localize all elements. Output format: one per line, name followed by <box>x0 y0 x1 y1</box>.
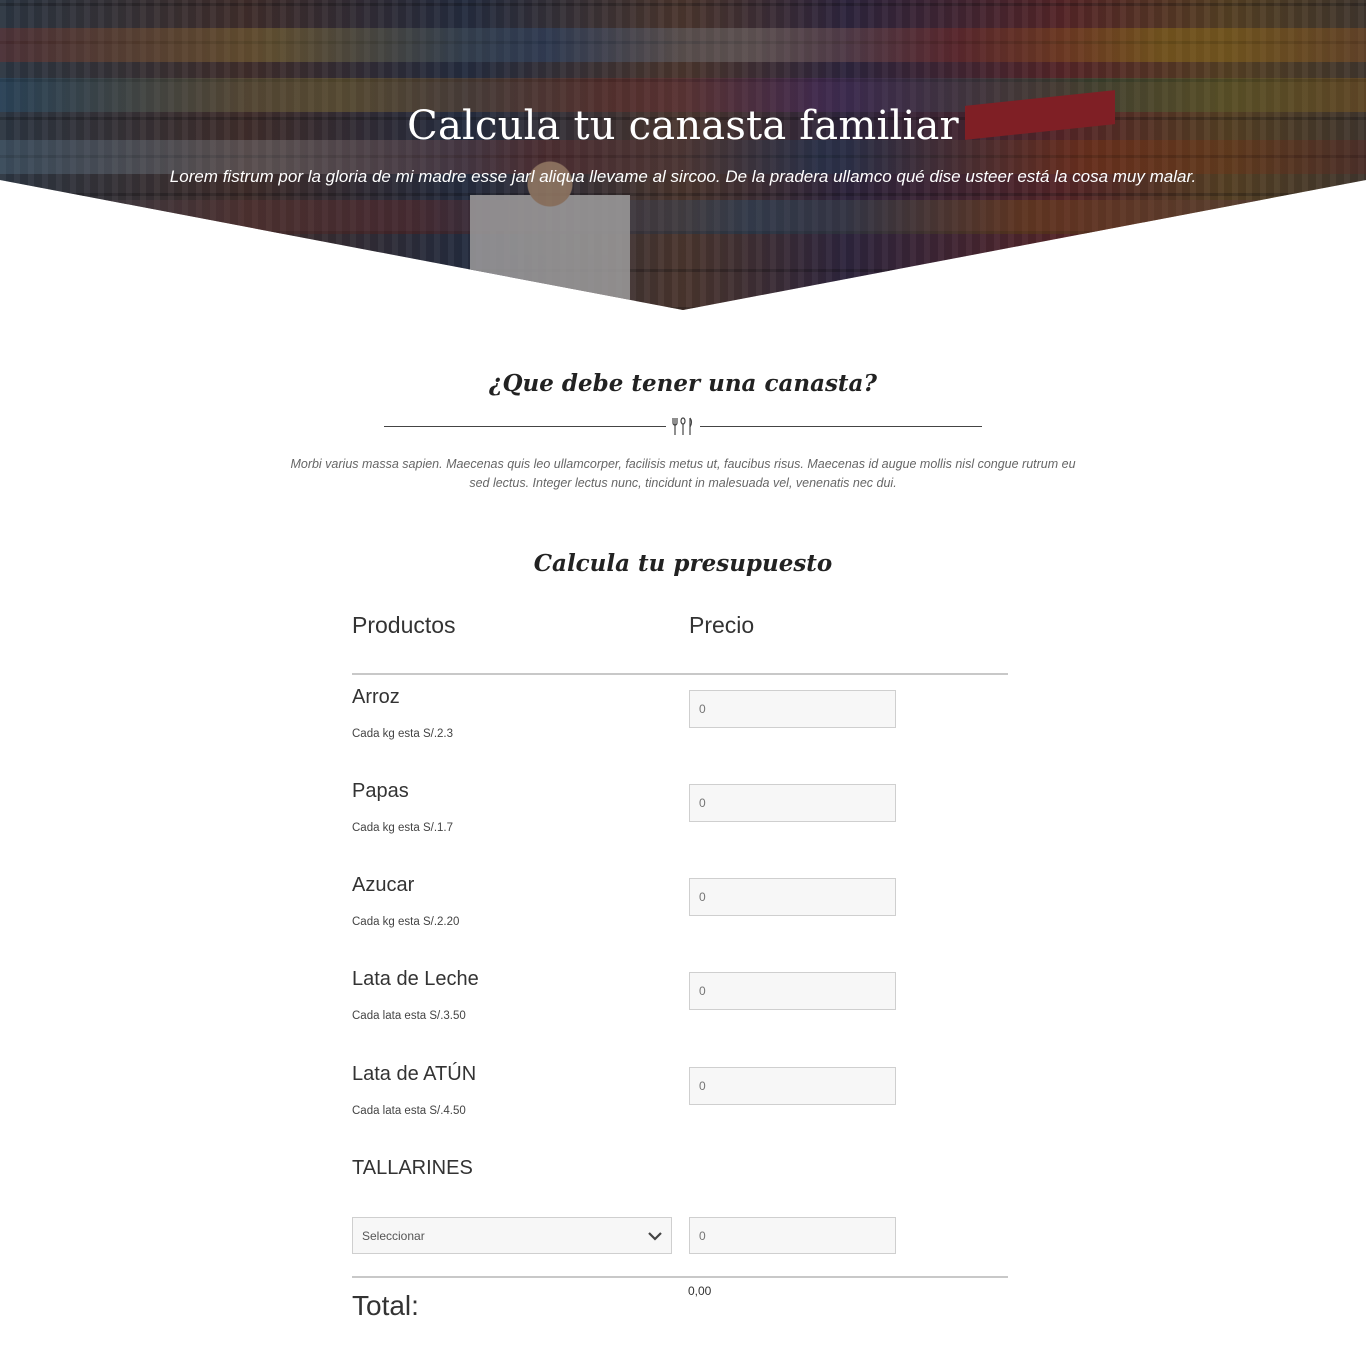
price-input-arroz[interactable] <box>689 690 896 728</box>
total-divider <box>352 1276 1008 1278</box>
product-row: Lata de ATÚN Cada lata esta S/.4.50 <box>352 1063 1008 1143</box>
product-name: Arroz <box>352 686 400 708</box>
product-price-note: Cada lata esta S/.3.50 <box>352 1010 466 1022</box>
product-row: Arroz Cada kg esta S/.2.3 <box>352 686 1008 766</box>
divider-right <box>700 426 982 427</box>
column-header-products: Productos <box>352 612 456 638</box>
product-row: Azucar Cada kg esta S/.2.20 <box>352 874 1008 954</box>
product-name: Papas <box>352 780 409 802</box>
hero-banner <box>0 0 1366 310</box>
price-input-tallarines[interactable] <box>689 1217 896 1254</box>
select-value: Seleccionar <box>362 1229 425 1243</box>
price-input-leche[interactable] <box>689 972 896 1010</box>
product-price-note: Cada kg esta S/.2.20 <box>352 916 460 928</box>
product-row: Lata de Leche Cada lata esta S/.3.50 <box>352 968 1008 1048</box>
table-divider <box>352 673 1008 675</box>
product-price-note: Cada lata esta S/.4.50 <box>352 1105 466 1117</box>
chevron-down-icon <box>648 1232 662 1241</box>
section-description: Morbi varius massa sapien. Maecenas quis… <box>290 457 1076 490</box>
product-name: Lata de Leche <box>352 968 479 990</box>
hero-overlay <box>0 0 1366 310</box>
price-input-atun[interactable] <box>689 1067 896 1105</box>
product-name: Azucar <box>352 874 415 896</box>
product-row: Papas Cada kg esta S/.1.7 <box>352 780 1008 860</box>
price-input-azucar[interactable] <box>689 878 896 916</box>
cutlery-icon <box>672 417 693 435</box>
divider-left <box>384 426 666 427</box>
product-price-note: Cada kg esta S/.2.3 <box>352 728 454 740</box>
column-header-price: Precio <box>689 612 755 638</box>
product-name-tallarines: TALLARINES <box>352 1157 473 1179</box>
product-price-note: Cada kg esta S/.1.7 <box>352 822 454 834</box>
tallarines-select[interactable]: Seleccionar <box>352 1217 672 1254</box>
total-label: Total: <box>352 1290 419 1321</box>
price-input-papas[interactable] <box>689 784 896 822</box>
calculator-title: Calcula tu presupuesto <box>533 550 833 577</box>
product-name: Lata de ATÚN <box>352 1063 477 1085</box>
hero-subtitle: Lorem fistrum por la gloria de mi madre … <box>169 167 1197 186</box>
total-value: 0,00 <box>688 1284 712 1298</box>
hero-title: Calcula tu canasta familiar <box>407 103 959 149</box>
section-title: ¿Que debe tener una canasta? <box>489 370 877 397</box>
